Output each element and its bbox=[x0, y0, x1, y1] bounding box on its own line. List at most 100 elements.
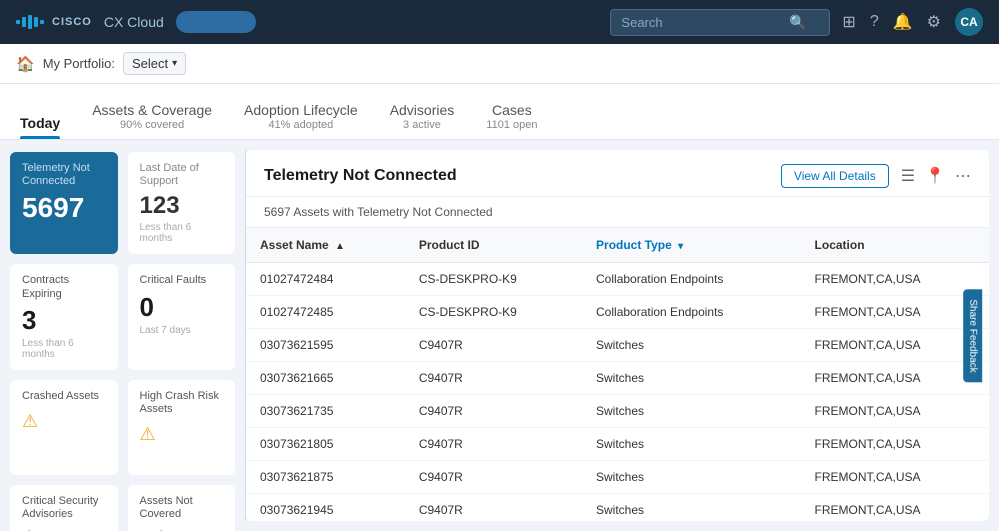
gear-icon[interactable]: ⚙ bbox=[927, 12, 941, 32]
critical-security-label: Critical Security Advisories bbox=[22, 495, 106, 521]
cell-product-type: Collaboration Endpoints bbox=[582, 263, 801, 296]
search-bar[interactable]: 🔍 bbox=[610, 9, 830, 36]
location-icon[interactable]: 📍 bbox=[925, 166, 945, 186]
cell-product-id: C9407R bbox=[405, 428, 582, 461]
telemetry-card[interactable]: Telemetry Not Connected 5697 bbox=[10, 152, 118, 254]
cell-asset-name: 03073621665 bbox=[246, 362, 405, 395]
crashed-assets-label: Crashed Assets bbox=[22, 390, 106, 403]
cell-location: FREMONT,CA,USA bbox=[801, 362, 989, 395]
col-product-id[interactable]: Product ID bbox=[405, 228, 582, 263]
feedback-tab[interactable]: Share Feedback bbox=[963, 289, 982, 382]
col-product-type[interactable]: Product Type ▾ bbox=[582, 228, 801, 263]
critical-faults-sub: Last 7 days bbox=[140, 325, 224, 336]
cell-product-id: CS-DESKPRO-K9 bbox=[405, 296, 582, 329]
critical-faults-label: Critical Faults bbox=[140, 274, 224, 287]
search-icon: 🔍 bbox=[789, 14, 806, 31]
nav-pill[interactable] bbox=[176, 11, 256, 33]
cell-product-type: Switches bbox=[582, 329, 801, 362]
table-row[interactable]: 03073621805 C9407R Switches FREMONT,CA,U… bbox=[246, 428, 989, 461]
assets-not-covered-label: Assets Not Covered bbox=[140, 495, 224, 521]
cell-product-id: C9407R bbox=[405, 461, 582, 494]
home-icon[interactable]: 🏠 bbox=[16, 55, 35, 73]
panel-subtitle: 5697 Assets with Telemetry Not Connected bbox=[246, 197, 989, 228]
panel-header: Telemetry Not Connected View All Details… bbox=[246, 150, 989, 197]
cell-asset-name: 03073621875 bbox=[246, 461, 405, 494]
critical-faults-card[interactable]: Critical Faults 0 Last 7 days bbox=[128, 264, 236, 369]
last-date-label: Last Date of Support bbox=[140, 162, 224, 188]
bell-icon[interactable]: 🔔 bbox=[893, 12, 913, 32]
tab-assets-label: Assets & Coverage bbox=[92, 102, 212, 118]
cisco-text: CISCO bbox=[52, 16, 92, 28]
cell-product-id: C9407R bbox=[405, 494, 582, 522]
table-row[interactable]: 01027472485 CS-DESKPRO-K9 Collaboration … bbox=[246, 296, 989, 329]
more-options-icon[interactable]: ⋯ bbox=[955, 166, 971, 186]
contracts-label: Contracts Expiring bbox=[22, 274, 106, 300]
portfolio-label: My Portfolio: bbox=[43, 56, 115, 71]
last-date-value: 123 bbox=[140, 192, 224, 220]
tab-cases[interactable]: Cases 1101 open bbox=[486, 102, 537, 139]
right-panel: Telemetry Not Connected View All Details… bbox=[246, 150, 989, 521]
search-input[interactable] bbox=[621, 15, 781, 30]
table-row[interactable]: 01027472484 CS-DESKPRO-K9 Collaboration … bbox=[246, 263, 989, 296]
cell-product-type: Switches bbox=[582, 461, 801, 494]
high-crash-risk-label: High Crash Risk Assets bbox=[140, 390, 224, 416]
panel-title: Telemetry Not Connected bbox=[264, 167, 781, 185]
sidebar-top-row: Telemetry Not Connected 5697 Last Date o… bbox=[10, 152, 235, 254]
cell-location: FREMONT,CA,USA bbox=[801, 494, 989, 522]
tab-advisories-sub: 3 active bbox=[403, 119, 441, 131]
assets-not-covered-card[interactable]: Assets Not Covered 584 bbox=[128, 485, 236, 531]
tab-advisories[interactable]: Advisories 3 active bbox=[390, 102, 455, 139]
cell-asset-name: 03073621735 bbox=[246, 395, 405, 428]
table-header-row: Asset Name ▲ Product ID Product Type ▾ L… bbox=[246, 228, 989, 263]
portfolio-select-label: Select bbox=[132, 56, 168, 71]
tab-assets-sub: 90% covered bbox=[120, 119, 184, 131]
warning-icon-crashed: ⚠ bbox=[22, 411, 106, 432]
table-row[interactable]: 03073621875 C9407R Switches FREMONT,CA,U… bbox=[246, 461, 989, 494]
cell-product-id: C9407R bbox=[405, 362, 582, 395]
high-crash-risk-card[interactable]: High Crash Risk Assets ⚠ bbox=[128, 380, 236, 475]
tab-today[interactable]: Today bbox=[20, 115, 60, 139]
portfolio-select[interactable]: Select ▾ bbox=[123, 52, 186, 75]
contracts-sub: Less than 6 months bbox=[22, 338, 106, 360]
grid-icon[interactable]: ⊞ bbox=[842, 12, 855, 32]
contracts-card[interactable]: Contracts Expiring 3 Less than 6 months bbox=[10, 264, 118, 369]
left-sidebar: Telemetry Not Connected 5697 Last Date o… bbox=[0, 140, 245, 531]
contracts-value: 3 bbox=[22, 305, 106, 336]
cell-product-id: C9407R bbox=[405, 329, 582, 362]
list-icon[interactable]: ☰ bbox=[901, 166, 915, 186]
col-asset-name[interactable]: Asset Name ▲ bbox=[246, 228, 405, 263]
cell-location: FREMONT,CA,USA bbox=[801, 428, 989, 461]
table-row[interactable]: 03073621945 C9407R Switches FREMONT,CA,U… bbox=[246, 494, 989, 522]
cell-product-id: C9407R bbox=[405, 395, 582, 428]
tab-today-label: Today bbox=[20, 115, 60, 131]
portfolio-bar: 🏠 My Portfolio: Select ▾ bbox=[0, 44, 999, 84]
nav-icons: ⊞ ? 🔔 ⚙ CA bbox=[842, 8, 983, 36]
cell-asset-name: 01027472484 bbox=[246, 263, 405, 296]
cell-product-type: Switches bbox=[582, 428, 801, 461]
cell-location: FREMONT,CA,USA bbox=[801, 263, 989, 296]
sort-arrow-product-type: ▾ bbox=[678, 241, 683, 252]
sidebar-bottom-grid: Contracts Expiring 3 Less than 6 months … bbox=[10, 264, 235, 531]
cell-asset-name: 01027472485 bbox=[246, 296, 405, 329]
tab-adoption[interactable]: Adoption Lifecycle 41% adopted bbox=[244, 102, 358, 139]
table-row[interactable]: 03073621735 C9407R Switches FREMONT,CA,U… bbox=[246, 395, 989, 428]
last-date-card[interactable]: Last Date of Support 123 Less than 6 mon… bbox=[128, 152, 236, 254]
col-location[interactable]: Location bbox=[801, 228, 989, 263]
table-row[interactable]: 03073621665 C9407R Switches FREMONT,CA,U… bbox=[246, 362, 989, 395]
data-table: Asset Name ▲ Product ID Product Type ▾ L… bbox=[246, 228, 989, 521]
critical-security-card[interactable]: Critical Security Advisories 0 bbox=[10, 485, 118, 531]
warning-icon-crash-risk: ⚠ bbox=[140, 424, 224, 445]
tab-assets[interactable]: Assets & Coverage 90% covered bbox=[92, 102, 212, 139]
crashed-assets-card[interactable]: Crashed Assets ⚠ bbox=[10, 380, 118, 475]
avatar[interactable]: CA bbox=[955, 8, 983, 36]
critical-faults-value: 0 bbox=[140, 292, 224, 323]
content-area: Telemetry Not Connected 5697 Last Date o… bbox=[0, 140, 999, 531]
cisco-logo: CISCO bbox=[16, 13, 92, 31]
table-row[interactable]: 03073621595 C9407R Switches FREMONT,CA,U… bbox=[246, 329, 989, 362]
cell-location: FREMONT,CA,USA bbox=[801, 395, 989, 428]
assets-not-covered-value: 584 bbox=[140, 525, 224, 531]
top-nav: CISCO CX Cloud 🔍 ⊞ ? 🔔 ⚙ CA bbox=[0, 0, 999, 44]
help-icon[interactable]: ? bbox=[870, 13, 879, 31]
view-all-button[interactable]: View All Details bbox=[781, 164, 889, 188]
tab-adoption-sub: 41% adopted bbox=[268, 119, 333, 131]
